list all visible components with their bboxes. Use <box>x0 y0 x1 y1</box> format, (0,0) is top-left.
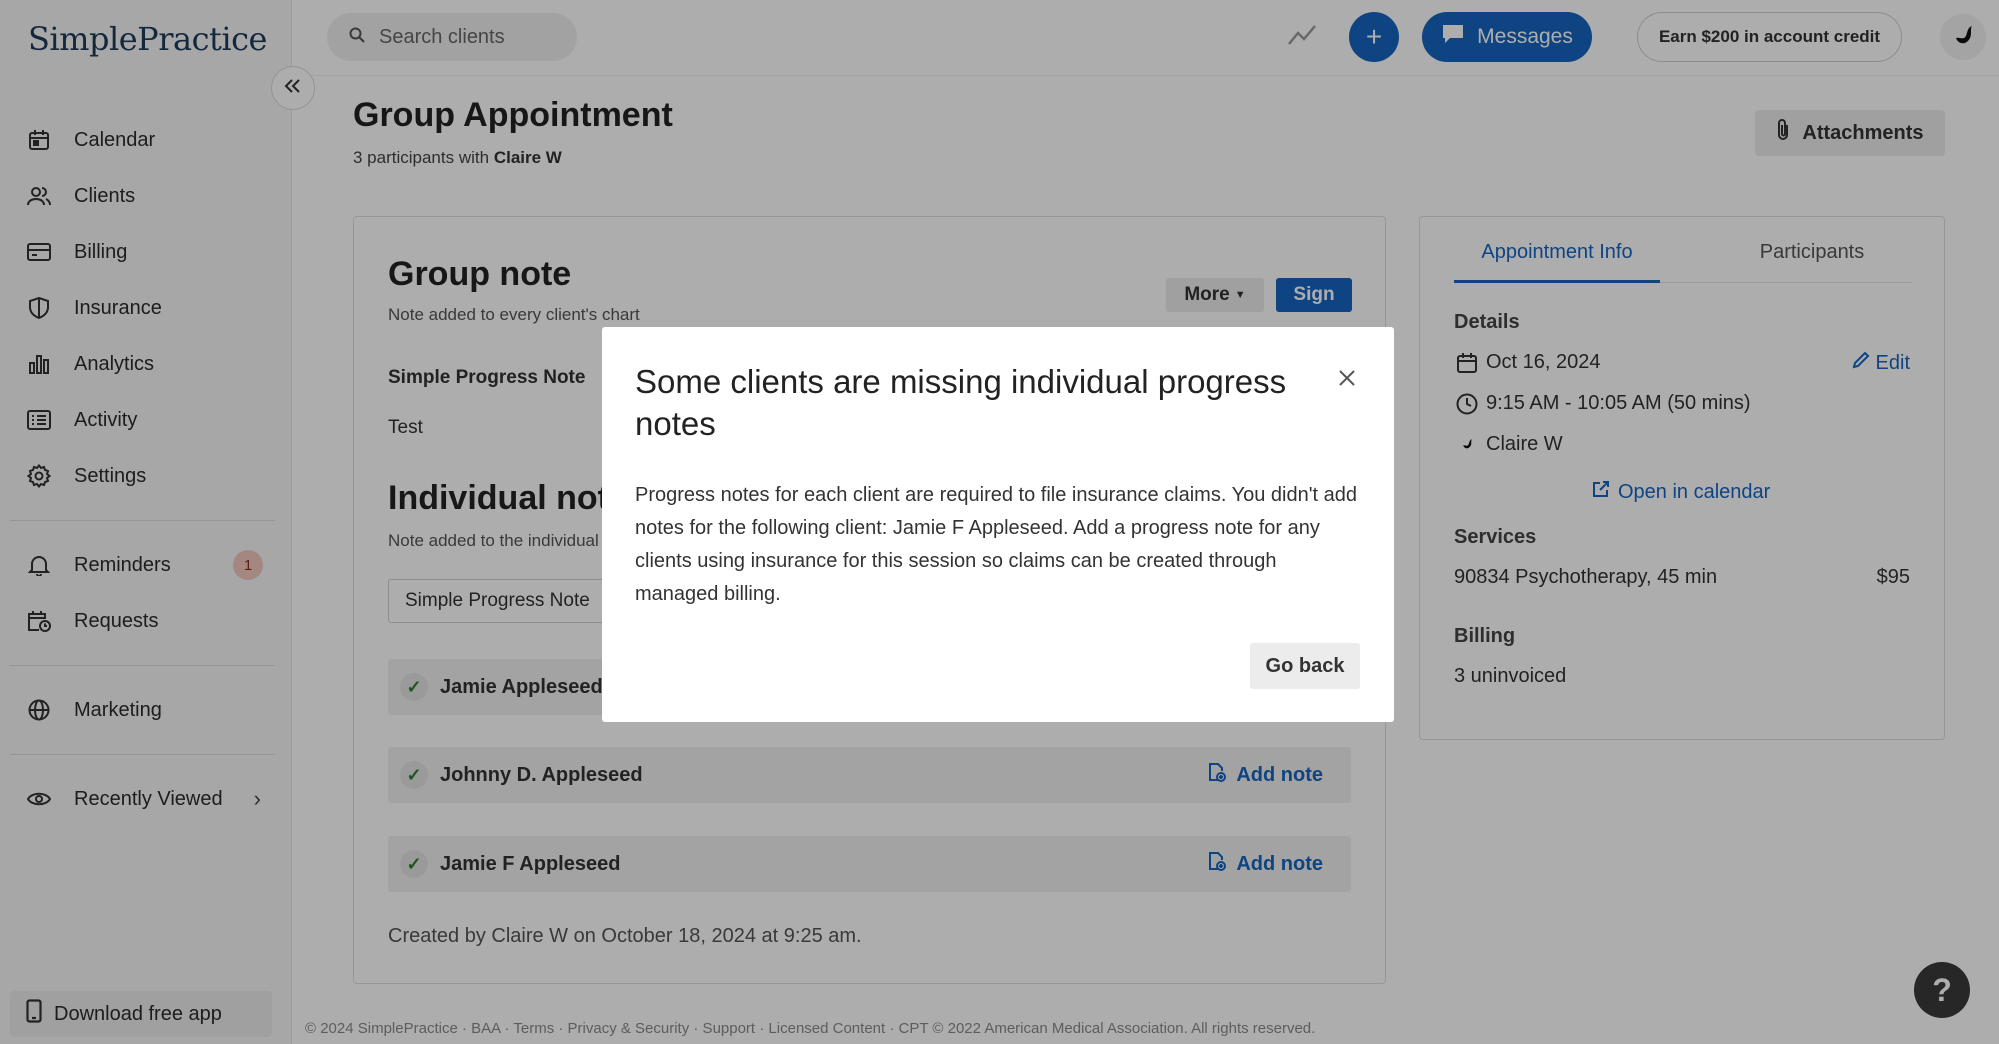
close-icon[interactable] <box>1332 363 1362 393</box>
go-back-button[interactable]: Go back <box>1250 643 1360 689</box>
modal-title: Some clients are missing individual prog… <box>635 363 1287 442</box>
modal-body: Progress notes for each client are requi… <box>635 484 1358 605</box>
missing-notes-modal: Some clients are missing individual prog… <box>602 327 1394 722</box>
